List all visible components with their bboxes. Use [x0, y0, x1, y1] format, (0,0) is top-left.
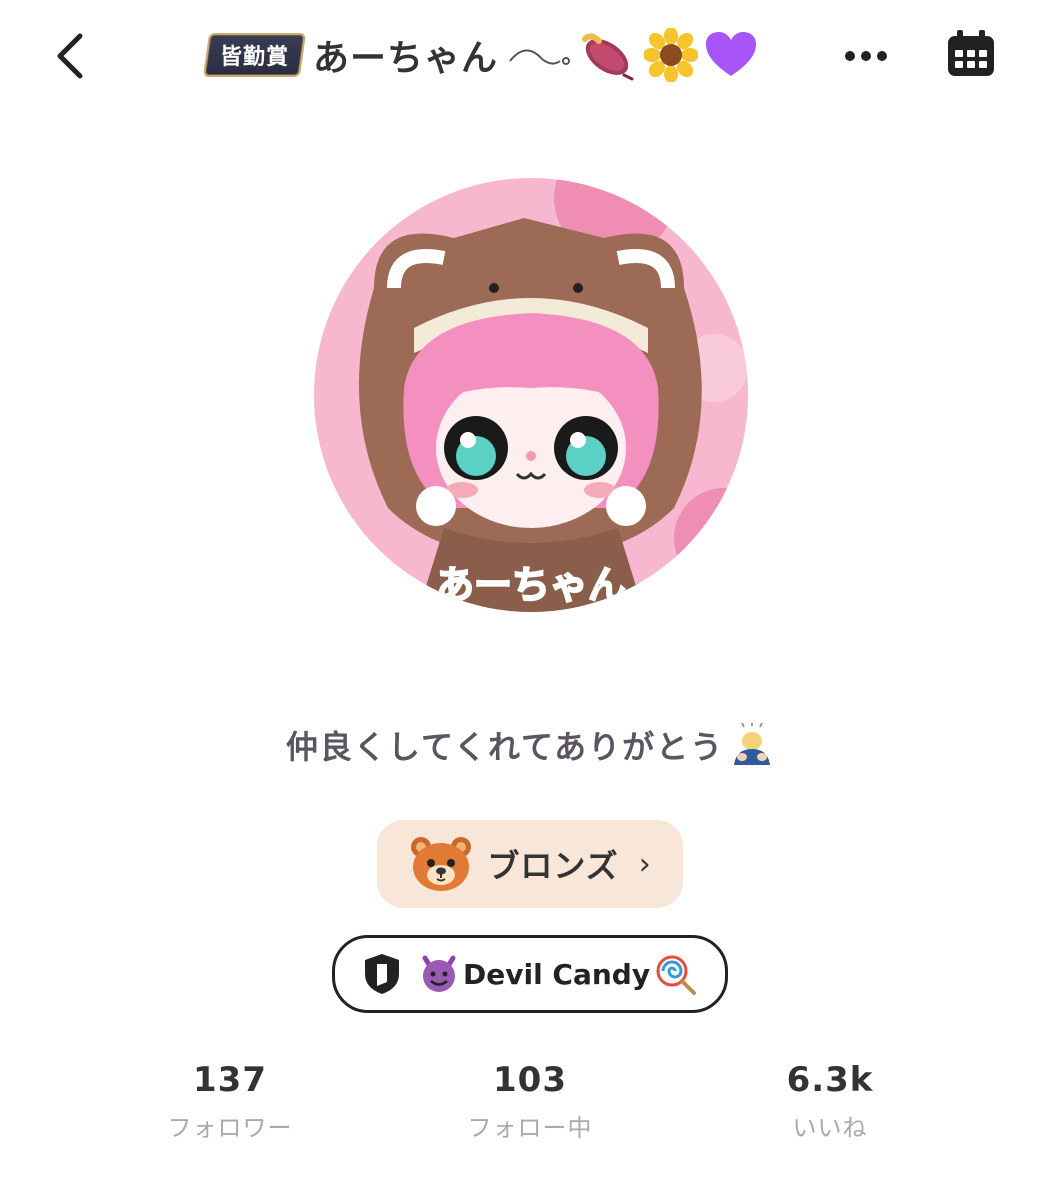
- calendar-button[interactable]: [944, 28, 998, 80]
- username: あーちゃん: [313, 38, 499, 79]
- rank-badge-button[interactable]: ブロンズ ›: [377, 820, 683, 908]
- profile-avatar[interactable]: あーちゃん: [314, 178, 748, 612]
- sunflower-icon: [644, 28, 699, 82]
- followers-stat[interactable]: 137 フォロワー: [130, 1060, 330, 1143]
- smiling-devil-icon: [422, 955, 456, 992]
- sweet-potato-icon: [582, 33, 634, 81]
- back-button[interactable]: [48, 28, 98, 84]
- calendar-icon: [948, 30, 994, 76]
- following-count: 103: [493, 1060, 567, 1100]
- purple-heart-icon: [706, 32, 757, 76]
- profile-title: 皆勤賞 あーちゃん: [202, 28, 758, 82]
- followers-count: 137: [193, 1060, 267, 1100]
- ellipsis-icon: [845, 51, 887, 61]
- more-options-button[interactable]: [838, 36, 894, 76]
- team-badge-button[interactable]: Devil Candy: [332, 935, 728, 1013]
- bio-text: 仲良くしてくれてありがとう: [285, 728, 725, 766]
- likes-count: 6.3k: [786, 1060, 874, 1100]
- bowing-person-icon: [734, 723, 771, 765]
- likes-stat[interactable]: 6.3k いいね: [730, 1060, 930, 1143]
- following-stat[interactable]: 103 フォロー中: [430, 1060, 630, 1143]
- profile-bio: 仲良くしてくれてありがとう: [0, 722, 1060, 768]
- bear-face-icon: [411, 837, 472, 891]
- wave-flourish-icon: [509, 49, 571, 65]
- team-name: Devil Candy: [419, 953, 697, 995]
- award-badge: 皆勤賞: [202, 33, 307, 77]
- avatar-illustration: あーちゃん: [314, 178, 748, 612]
- name-decorations: [508, 28, 758, 82]
- profile-header: 皆勤賞 あーちゃん: [0, 0, 1060, 110]
- lollipop-icon: [656, 955, 697, 995]
- chevron-right-icon: ›: [638, 846, 651, 882]
- rank-label: ブロンズ: [487, 847, 619, 885]
- avatar-name-text: あーちゃん: [436, 563, 626, 607]
- chevron-left-icon: [57, 33, 83, 79]
- team-label: Devil Candy: [463, 957, 651, 991]
- following-label: フォロー中: [467, 1114, 593, 1142]
- followers-label: フォロワー: [167, 1114, 293, 1142]
- likes-label: いいね: [792, 1114, 868, 1142]
- shield-icon: [365, 954, 399, 994]
